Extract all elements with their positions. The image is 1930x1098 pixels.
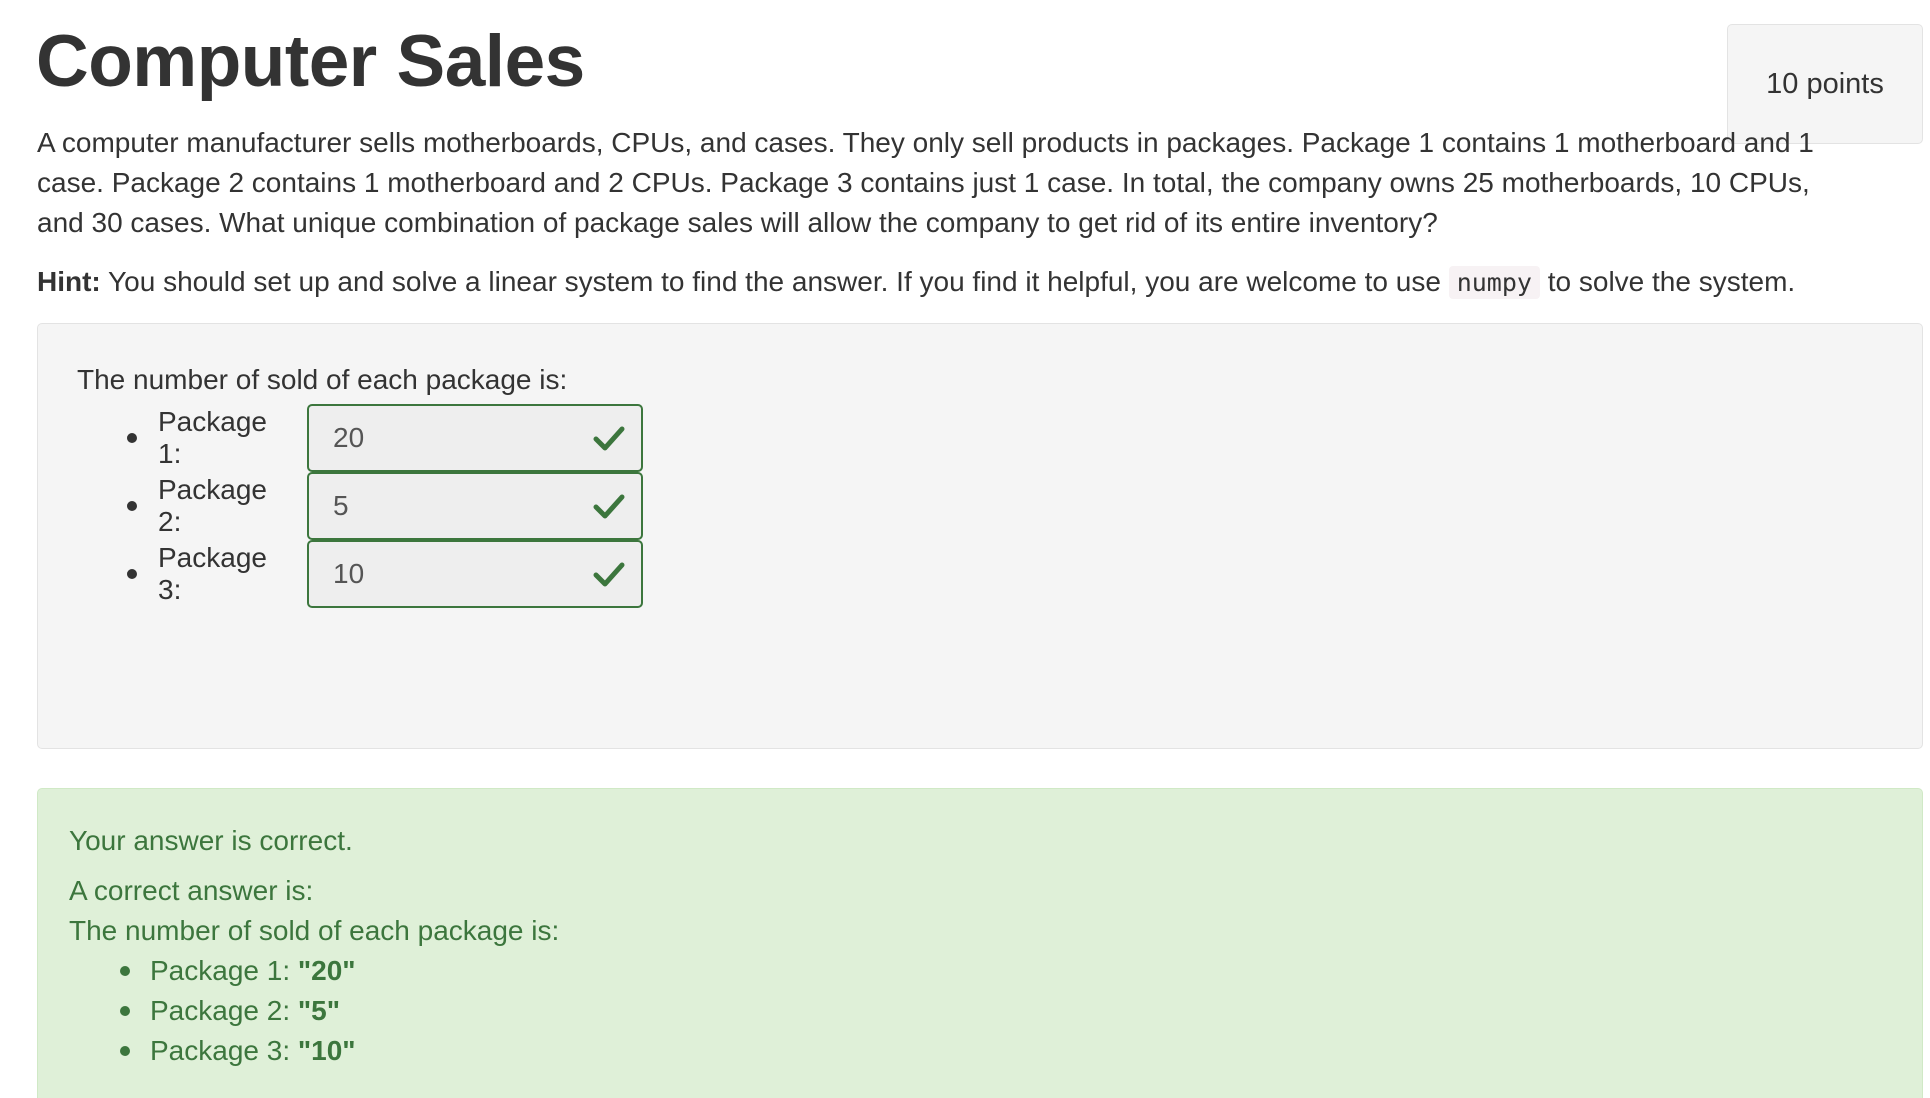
answer-label: Package 2: xyxy=(158,474,267,537)
points-label: 10 points xyxy=(1766,67,1884,100)
package-2-input[interactable]: 5 xyxy=(307,472,643,540)
question-page: Computer Sales 10 points A computer manu… xyxy=(0,0,1930,1098)
bullet xyxy=(127,433,137,443)
input-value: 5 xyxy=(333,490,349,521)
bullet xyxy=(127,501,137,511)
hint-paragraph: Hint: You should set up and solve a line… xyxy=(37,262,1917,303)
page-title: Computer Sales xyxy=(36,21,585,102)
question-lead: The number of sold of each package is: xyxy=(77,364,568,395)
problem-statement: A computer manufacturer sells motherboar… xyxy=(37,127,1814,238)
answer-label: Package 3: xyxy=(158,542,267,605)
bullet xyxy=(120,1006,130,1016)
feedback-lead: The number of sold of each package is: xyxy=(69,915,560,946)
correct-answer-text: Package 1: "20" xyxy=(150,951,356,991)
bullet xyxy=(120,966,130,976)
hint-text-after: to solve the system. xyxy=(1547,266,1796,297)
bullet xyxy=(120,1046,130,1056)
feedback-status: Your answer is correct. xyxy=(69,825,353,856)
correct-answer-value: "5" xyxy=(297,995,341,1026)
check-icon xyxy=(593,494,625,519)
correct-answer-text: Package 2: "5" xyxy=(150,991,340,1031)
correct-answer-label: Package 2: xyxy=(150,995,291,1026)
bullet xyxy=(127,569,137,579)
answer-label: Package 1: xyxy=(158,406,267,469)
input-value: 20 xyxy=(333,422,365,453)
correct-answer-text: Package 3: "10" xyxy=(150,1031,356,1071)
input-value: 10 xyxy=(333,558,365,589)
hint-label: Hint: xyxy=(37,266,101,297)
correct-answer-label: Package 3: xyxy=(150,1035,291,1066)
check-icon xyxy=(593,426,625,451)
correct-answer-value: "10" xyxy=(297,1035,356,1066)
feedback-panel: Your answer is correct. A correct answer… xyxy=(37,788,1923,1098)
correct-answer-value: "20" xyxy=(297,955,356,986)
check-icon xyxy=(593,562,625,587)
correct-answer-intro: A correct answer is: xyxy=(69,875,314,906)
question-panel: The number of sold of each package is: P… xyxy=(37,323,1923,749)
package-3-input[interactable]: 10 xyxy=(307,540,643,608)
package-1-input[interactable]: 20 xyxy=(307,404,643,472)
correct-answer-label: Package 1: xyxy=(150,955,291,986)
hint-text-before: You should set up and solve a linear sys… xyxy=(108,266,1441,297)
hint-code: numpy xyxy=(1448,266,1540,299)
